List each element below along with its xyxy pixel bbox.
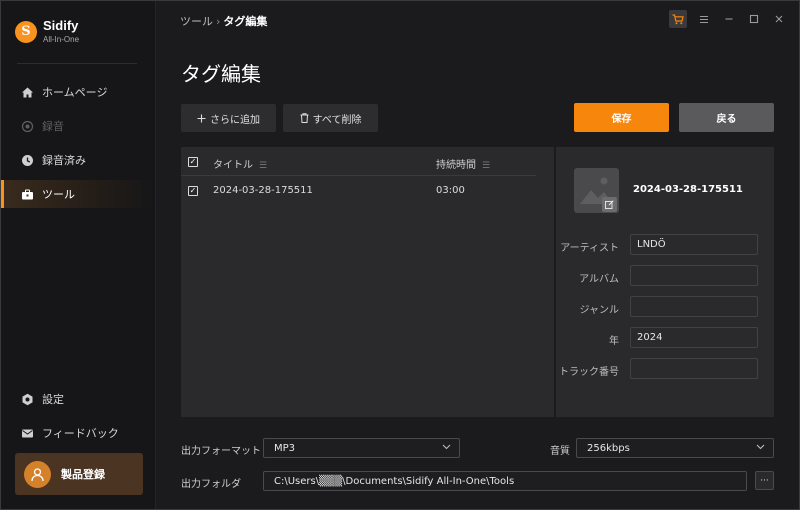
minimize-icon — [725, 18, 733, 20]
sidebar-item-feedback[interactable]: フィードバック — [1, 419, 155, 447]
output-format-label: 出力フォーマット — [181, 446, 261, 457]
mail-icon — [21, 427, 34, 440]
quality-label: 音質 — [550, 446, 570, 457]
register-label: 製品登録 — [61, 468, 105, 481]
sidebar-item-recorded[interactable]: 録音済み — [1, 146, 155, 174]
save-button[interactable]: 保存 — [574, 103, 669, 132]
sidebar-item-settings[interactable]: 設定 — [1, 385, 155, 413]
output-folder-path[interactable]: C:\Users\▒▒▒\Documents\Sidify All-In-One… — [263, 471, 747, 491]
back-button[interactable]: 戻る — [679, 103, 774, 132]
sidebar-item-label: 録音 — [42, 120, 64, 133]
sidebar-item-label: ツール — [42, 188, 75, 201]
year-label: 年 — [609, 336, 619, 347]
close-icon — [775, 15, 783, 23]
row-checkbox[interactable]: ✓ — [188, 186, 198, 196]
minimize-button[interactable] — [720, 10, 738, 28]
column-title-label: タイトル — [213, 160, 253, 171]
edit-cover-button[interactable] — [602, 197, 617, 212]
gear-icon — [21, 393, 34, 406]
sidebar-item-label: ホームページ — [42, 86, 108, 99]
sidebar-item-label: 録音済み — [42, 154, 86, 167]
edit-icon — [605, 200, 614, 209]
header-divider — [181, 175, 536, 176]
select-all-checkbox[interactable]: ✓ — [188, 157, 198, 167]
avatar-icon — [24, 460, 51, 488]
add-more-label: さらに追加 — [210, 114, 260, 126]
chevron-down-icon — [442, 442, 451, 454]
app-subtitle: All-In-One — [43, 35, 80, 44]
row-title: 2024-03-28-175511 — [213, 185, 313, 196]
maximize-button[interactable] — [745, 10, 763, 28]
maximize-icon — [749, 14, 759, 24]
logo-divider — [17, 63, 137, 64]
record-icon — [21, 120, 34, 133]
home-icon — [21, 86, 34, 99]
app-name: Sidify — [43, 18, 79, 33]
column-header-duration[interactable]: 持続時間 ☰ — [436, 156, 490, 171]
output-folder-label: 出力フォルダ — [181, 479, 241, 490]
menu-icon — [700, 15, 708, 23]
quality-select[interactable]: 256kbps — [576, 438, 774, 458]
delete-all-label: すべて削除 — [312, 114, 362, 126]
plus-icon — [197, 114, 206, 122]
close-button[interactable] — [770, 10, 788, 28]
cart-icon — [672, 13, 684, 24]
page-title: タグ編集 — [181, 62, 261, 86]
selected-song-title: 2024-03-28-175511 — [633, 184, 743, 195]
chevron-down-icon — [756, 442, 765, 454]
artist-label: アーティスト — [560, 243, 619, 254]
column-duration-label: 持続時間 — [436, 160, 476, 171]
breadcrumb-current: タグ編集 — [223, 15, 268, 28]
album-label: アルバム — [579, 274, 619, 285]
track-number-label: トラック番号 — [559, 367, 619, 378]
register-button[interactable]: 製品登録 — [15, 453, 143, 495]
output-format-select[interactable]: MP3 — [263, 438, 460, 458]
trash-icon — [300, 113, 309, 123]
breadcrumb-parent[interactable]: ツール — [180, 15, 213, 28]
track-number-field[interactable] — [630, 358, 758, 379]
app-window: S Sidify All-In-One ホームページ 録音 録音済み ツール 設… — [0, 0, 800, 510]
sidebar-item-label: フィードバック — [42, 427, 119, 440]
album-field[interactable] — [630, 265, 758, 286]
genre-field[interactable] — [630, 296, 758, 317]
sidebar-item-label: 設定 — [42, 393, 64, 406]
sidebar-item-tools[interactable]: ツール — [1, 180, 155, 208]
breadcrumb-separator: › — [216, 15, 221, 28]
toolbox-icon — [21, 188, 34, 201]
breadcrumb: ツール › タグ編集 — [180, 13, 267, 29]
year-field[interactable]: 2024 — [630, 327, 758, 348]
add-more-button[interactable]: さらに追加 — [181, 104, 276, 132]
sidebar-item-home[interactable]: ホームページ — [1, 78, 155, 106]
output-format-value: MP3 — [274, 442, 296, 454]
app-logo: S Sidify All-In-One — [15, 18, 79, 45]
artist-field[interactable]: LNDÖ — [630, 234, 758, 255]
menu-button[interactable] — [695, 10, 713, 28]
genre-label: ジャンル — [579, 305, 620, 316]
clock-icon — [21, 154, 34, 167]
sidebar: S Sidify All-In-One ホームページ 録音 録音済み ツール 設… — [1, 1, 156, 509]
sort-icon: ☰ — [482, 161, 491, 171]
sidify-logo-icon: S — [15, 20, 37, 43]
browse-folder-button[interactable]: ··· — [755, 471, 774, 490]
cart-button[interactable] — [669, 10, 687, 28]
column-header-title[interactable]: タイトル ☰ — [213, 156, 267, 171]
quality-value: 256kbps — [587, 442, 630, 454]
sidebar-item-record[interactable]: 録音 — [1, 112, 155, 140]
row-duration: 03:00 — [436, 185, 465, 196]
delete-all-button[interactable]: すべて削除 — [283, 104, 378, 132]
sort-icon: ☰ — [259, 161, 268, 171]
